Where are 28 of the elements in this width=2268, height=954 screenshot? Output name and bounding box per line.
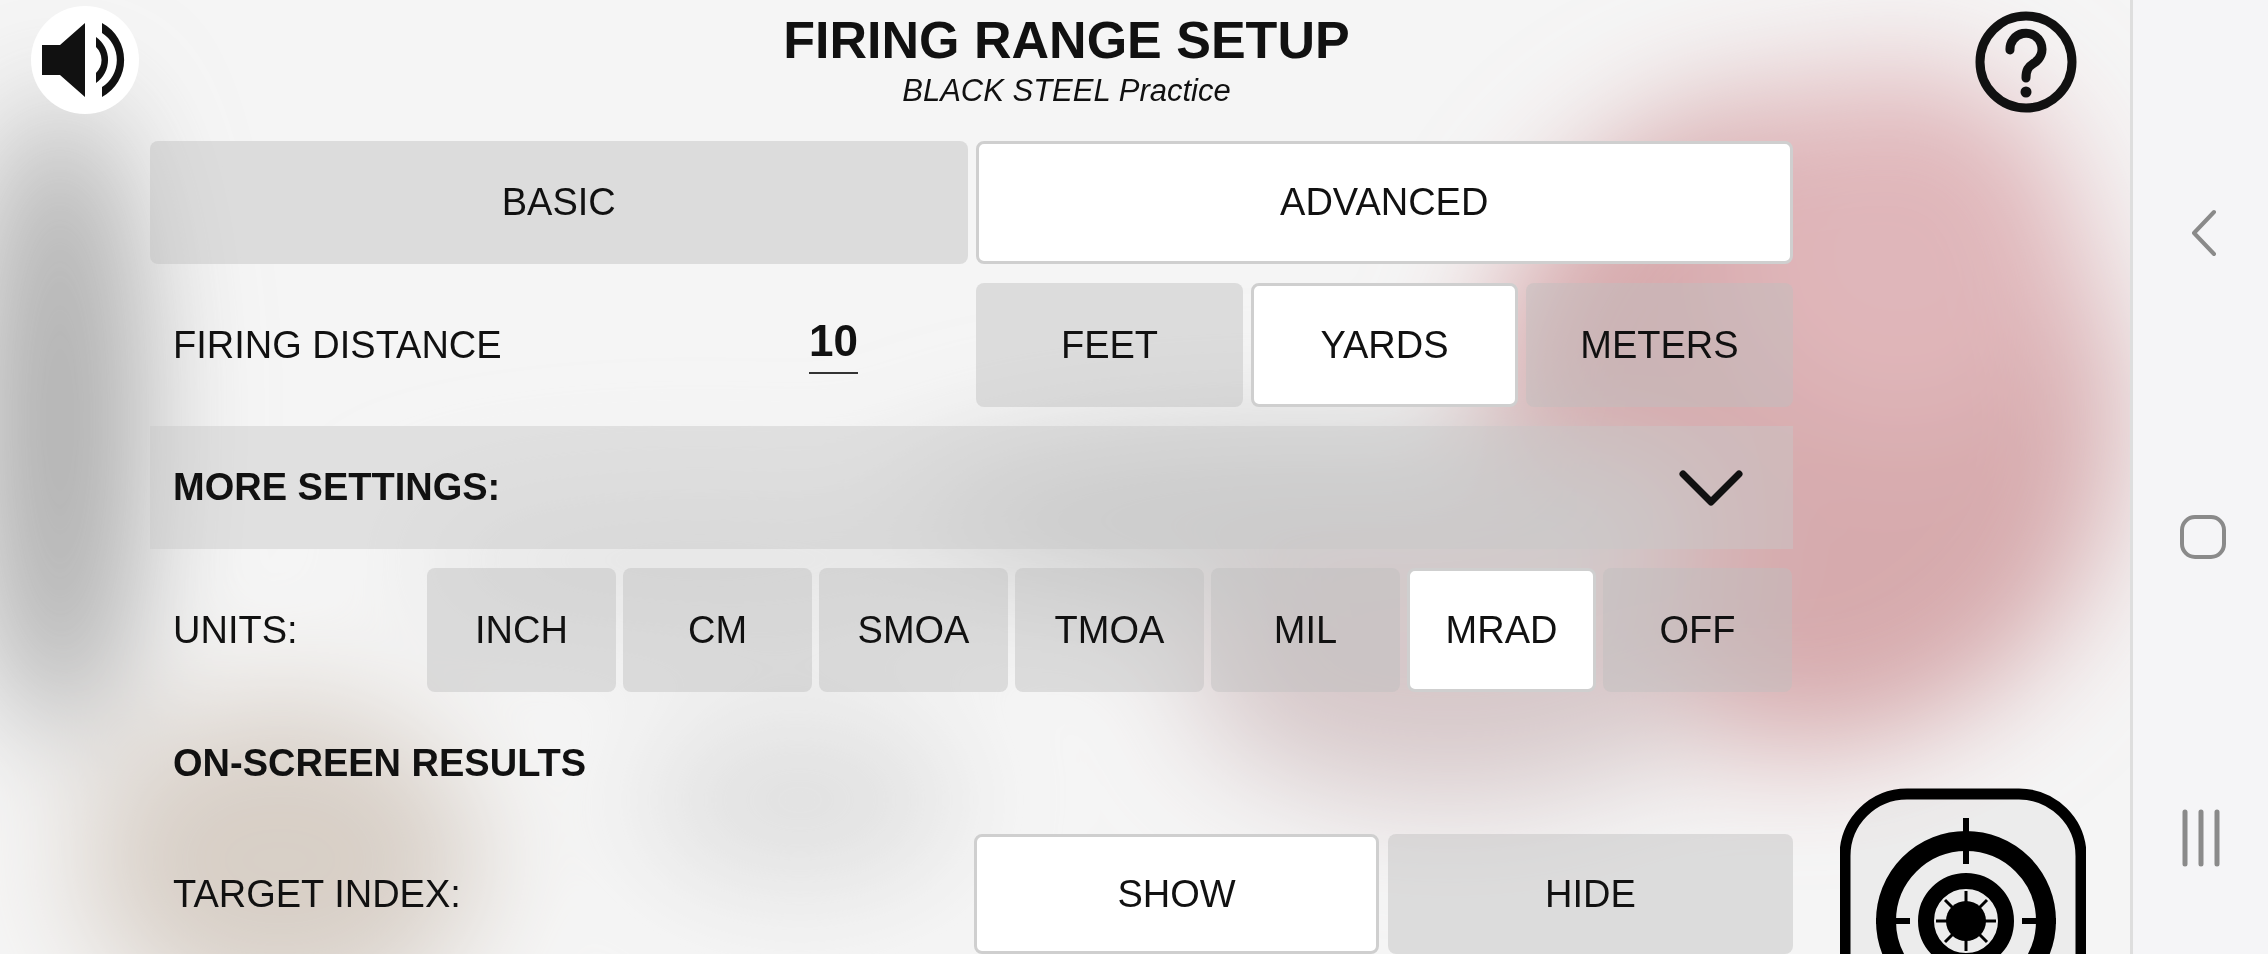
home-icon[interactable] [2179,514,2228,560]
row-label: UNITS: [173,608,298,652]
unit-option[interactable]: SMOA [819,568,1008,692]
section-title: ON-SCREEN RESULTS [173,741,587,785]
distance-field[interactable]: 10 [809,316,858,374]
unit-option[interactable]: TMOA [1015,568,1204,692]
mode-tab[interactable]: ADVANCED [975,141,1793,264]
toggle-option[interactable]: SHOW [974,834,1379,954]
unit-option[interactable]: CM [623,568,812,692]
unit-option[interactable]: MIL [1211,568,1400,692]
unit-option[interactable]: INCH [427,568,616,692]
row-label: TARGET INDEX: [173,872,461,916]
chevron-down-icon[interactable] [1679,467,1743,508]
mode-tab[interactable]: BASIC [150,141,968,264]
unit-option[interactable]: OFF [1603,568,1792,692]
toggle-option[interactable]: HIDE [1388,834,1793,954]
more-settings-bar[interactable]: MORE SETTINGS: [150,426,1793,549]
screen-subtitle: BLACK STEEL Practice [902,72,1231,110]
screen-title: FIRING RANGE SETUP [783,10,1350,70]
help-icon[interactable] [1974,10,2078,114]
unit-option[interactable]: METERS [1526,283,1793,407]
unit-option[interactable]: FEET [976,283,1243,407]
row-label: FIRING DISTANCE [173,323,502,367]
section-label: MORE SETTINGS: [173,466,501,509]
unit-option[interactable]: MRAD [1407,568,1596,692]
crosshair-button[interactable] [1840,786,2086,954]
unit-option[interactable]: YARDS [1251,283,1518,407]
speaker-icon[interactable] [30,5,140,115]
